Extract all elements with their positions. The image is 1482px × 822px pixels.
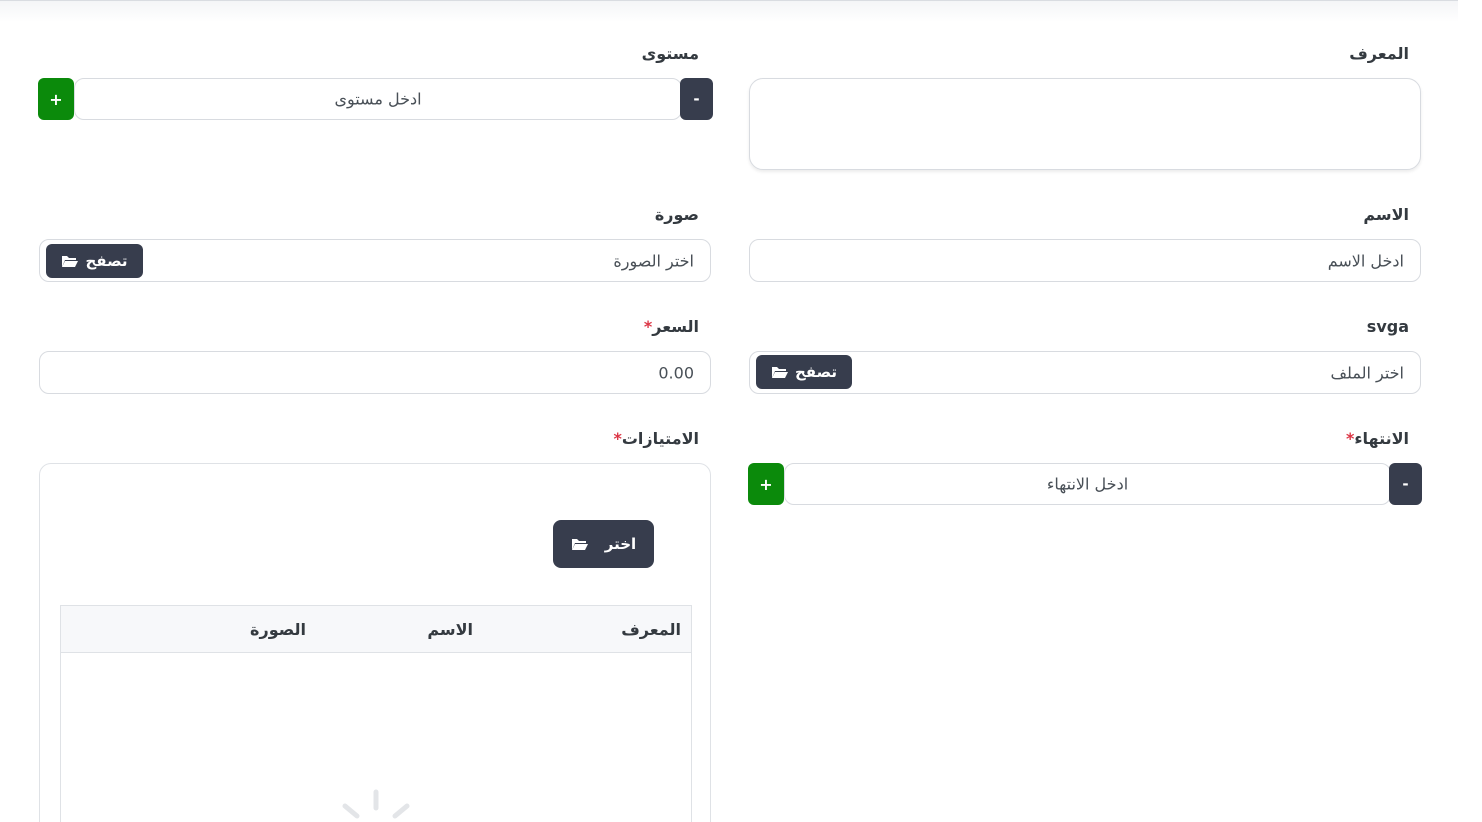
price-label: السعر* [643, 317, 699, 336]
expiry-input[interactable]: ادخل الانتهاء [784, 463, 1391, 505]
level-label: مستوى [641, 44, 699, 63]
choose-label: اختر [604, 535, 637, 553]
image-label: صورة [654, 205, 699, 224]
required-mark: * [613, 429, 622, 448]
level-decrement-button[interactable]: - [680, 78, 713, 120]
privileges-table-body [60, 652, 692, 822]
id-textarea[interactable] [749, 78, 1421, 170]
loading-spinner-icon [342, 789, 410, 819]
folder-open-icon [62, 256, 79, 267]
level-input[interactable]: ادخل مستوى [74, 78, 682, 120]
price-input[interactable]: 0.00 [39, 351, 711, 394]
folder-open-icon [571, 539, 588, 550]
expiry-placeholder: ادخل الانتهاء [1046, 474, 1129, 494]
image-browse-button[interactable]: تصفح [46, 244, 143, 278]
column-header-name: الاسم [427, 620, 473, 639]
top-divider [0, 0, 1458, 22]
image-placeholder: اختر الصورة [613, 251, 694, 270]
id-label: المعرف [1349, 44, 1409, 63]
folder-open-icon [771, 367, 788, 378]
privileges-label: الامتيازات* [613, 429, 699, 448]
svga-label: svga [1366, 317, 1409, 336]
name-input[interactable]: ادخل الاسم [749, 239, 1421, 282]
column-header-id: المعرف [621, 620, 681, 639]
privileges-table-header: المعرف الاسم الصورة [60, 605, 692, 653]
page-scrollbar-track [1458, 0, 1482, 822]
level-placeholder: ادخل مستوى [334, 89, 422, 109]
column-header-image: الصورة [250, 620, 306, 639]
price-value: 0.00 [658, 363, 694, 382]
svga-placeholder: اختر الملف [1330, 363, 1404, 382]
svga-browse-button[interactable]: تصفح [756, 355, 852, 389]
name-placeholder: ادخل الاسم [1327, 251, 1404, 270]
expiry-increment-button[interactable]: + [748, 463, 784, 505]
level-increment-button[interactable]: + [38, 78, 74, 120]
image-browse-label: تصفح [85, 252, 128, 270]
name-label: الاسم [1363, 205, 1409, 224]
privileges-choose-button[interactable]: اختر [553, 520, 654, 568]
svga-browse-label: تصفح [794, 363, 838, 381]
expiry-decrement-button[interactable]: - [1389, 463, 1422, 505]
expiry-label: الانتهاء* [1345, 429, 1409, 448]
required-mark: * [643, 317, 653, 336]
